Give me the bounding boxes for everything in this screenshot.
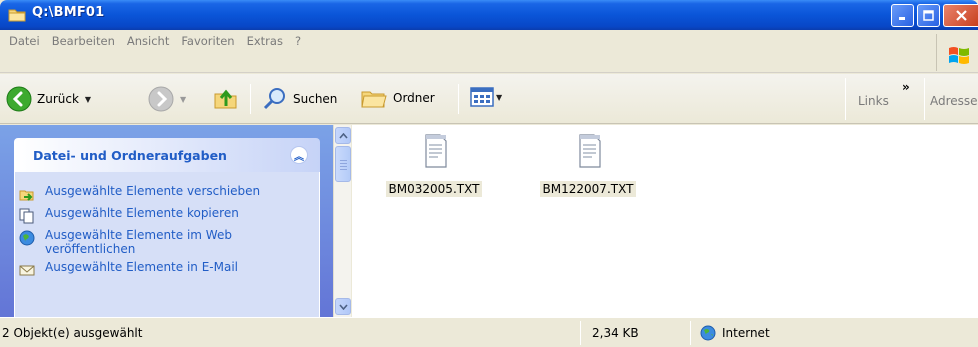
toolbar-separator <box>924 78 925 120</box>
views-button[interactable]: ▼ <box>470 86 502 108</box>
folder-icon <box>8 9 26 22</box>
menu-help[interactable]: ? <box>289 33 307 49</box>
windows-logo-icon <box>949 47 969 64</box>
scroll-down-button[interactable] <box>335 298 351 315</box>
menu-bearbeiten[interactable]: Bearbeiten <box>46 33 121 49</box>
zone-label: Internet <box>722 326 770 340</box>
file-name: BM122007.TXT <box>539 181 637 197</box>
forward-arrow-icon <box>148 86 174 112</box>
address-label: Adresse <box>930 94 978 108</box>
toolbar-separator <box>845 78 846 120</box>
toolbar-separator <box>458 84 459 114</box>
folders-button[interactable]: Ordner <box>360 86 435 110</box>
toolbar: Zurück ▼ ▼ Suchen Ordner ▼ Links » Adres… <box>0 74 978 124</box>
file-name: BM032005.TXT <box>385 181 483 197</box>
minimize-icon <box>899 17 905 20</box>
menu-divider <box>936 34 937 71</box>
task-move[interactable]: Ausgewählte Elemente verschieben <box>15 184 319 202</box>
links-label[interactable]: Links <box>858 94 889 108</box>
file-item[interactable]: BM122007.TXT <box>533 133 643 197</box>
file-folder-tasks-panel: Datei- und Ordneraufgaben ︽ Ausgewählte … <box>14 138 320 317</box>
scroll-up-button[interactable] <box>335 127 351 144</box>
email-icon <box>19 265 35 276</box>
chevron-up-icon <box>338 132 348 139</box>
task-pane-scrollbar[interactable] <box>333 125 351 317</box>
globe-icon <box>700 325 716 341</box>
menu-bar: Datei Bearbeiten Ansicht Favoriten Extra… <box>0 30 978 73</box>
close-icon <box>955 10 967 21</box>
grip-line <box>340 160 347 161</box>
task-copy[interactable]: Ausgewählte Elemente kopieren <box>15 206 319 224</box>
search-button[interactable]: Suchen <box>262 86 337 112</box>
zone-status: Internet <box>700 320 770 346</box>
maximize-icon <box>923 10 934 21</box>
size-status: 2,34 KB <box>592 326 639 340</box>
forward-button[interactable]: ▼ <box>148 86 186 112</box>
panel-header[interactable]: Datei- und Ordneraufgaben ︽ <box>14 138 320 172</box>
task-label: Ausgewählte Elemente in E-Mail <box>45 260 238 274</box>
maximize-button[interactable] <box>917 4 940 27</box>
window-title: Q:\BMF01 <box>32 5 105 20</box>
task-publish-web[interactable]: Ausgewählte Elemente im Web veröffentlic… <box>15 228 319 256</box>
chevron-down-icon <box>338 303 348 310</box>
task-label: Ausgewählte Elemente kopieren <box>45 206 239 220</box>
status-divider <box>580 321 581 345</box>
text-file-icon <box>425 134 447 168</box>
menu-extras[interactable]: Extras <box>241 33 289 49</box>
publish-web-icon <box>19 230 35 246</box>
chevron-down-icon[interactable]: ▼ <box>496 93 502 102</box>
chevron-down-icon[interactable]: ▼ <box>180 95 186 104</box>
text-file-icon <box>579 134 601 168</box>
status-bar: 2 Objekt(e) ausgewählt 2,34 KB Internet <box>0 317 978 347</box>
back-button[interactable]: Zurück ▼ <box>6 86 91 112</box>
views-icon <box>470 87 494 107</box>
menu-datei[interactable]: Datei <box>3 33 46 49</box>
back-arrow-icon <box>6 86 32 112</box>
folders-label: Ordner <box>393 91 435 105</box>
folders-icon <box>361 91 387 108</box>
menu-ansicht[interactable]: Ansicht <box>121 33 175 49</box>
selection-status: 2 Objekt(e) ausgewählt <box>2 326 143 340</box>
grip-line <box>340 169 347 170</box>
search-label: Suchen <box>293 92 338 106</box>
grip-line <box>340 166 347 167</box>
task-email[interactable]: Ausgewählte Elemente in E-Mail <box>15 260 319 278</box>
toolbar-separator <box>250 84 251 114</box>
links-chevron-icon[interactable]: » <box>902 80 910 94</box>
menu-favoriten[interactable]: Favoriten <box>175 33 240 49</box>
panel-header-title: Datei- und Ordneraufgaben <box>33 147 227 163</box>
close-button[interactable] <box>943 4 978 27</box>
task-label: Ausgewählte Elemente im Web veröffentlic… <box>45 228 232 256</box>
title-bar[interactable]: Q:\BMF01 <box>0 0 978 30</box>
chevron-down-icon[interactable]: ▼ <box>85 95 91 104</box>
menu-items: Datei Bearbeiten Ansicht Favoriten Extra… <box>3 33 307 49</box>
back-label: Zurück <box>37 92 79 106</box>
collapse-icon[interactable]: ︽ <box>290 146 308 164</box>
search-icon <box>263 88 285 110</box>
minimize-button[interactable] <box>891 4 914 27</box>
file-list-area[interactable]: BM032005.TXT BM122007.TXT <box>352 125 978 317</box>
up-folder-icon <box>214 89 237 109</box>
file-item[interactable]: BM032005.TXT <box>379 133 489 197</box>
move-icon <box>19 190 34 201</box>
task-pane: Datei- und Ordneraufgaben ︽ Ausgewählte … <box>0 125 333 317</box>
panel-body: Ausgewählte Elemente verschieben Ausgewä… <box>14 172 320 317</box>
task-label: Ausgewählte Elemente verschieben <box>45 184 261 198</box>
grip-line <box>340 163 347 164</box>
copy-icon <box>19 208 34 224</box>
status-divider <box>690 321 691 345</box>
scroll-thumb[interactable] <box>335 146 351 182</box>
up-folder-button[interactable] <box>212 84 240 112</box>
